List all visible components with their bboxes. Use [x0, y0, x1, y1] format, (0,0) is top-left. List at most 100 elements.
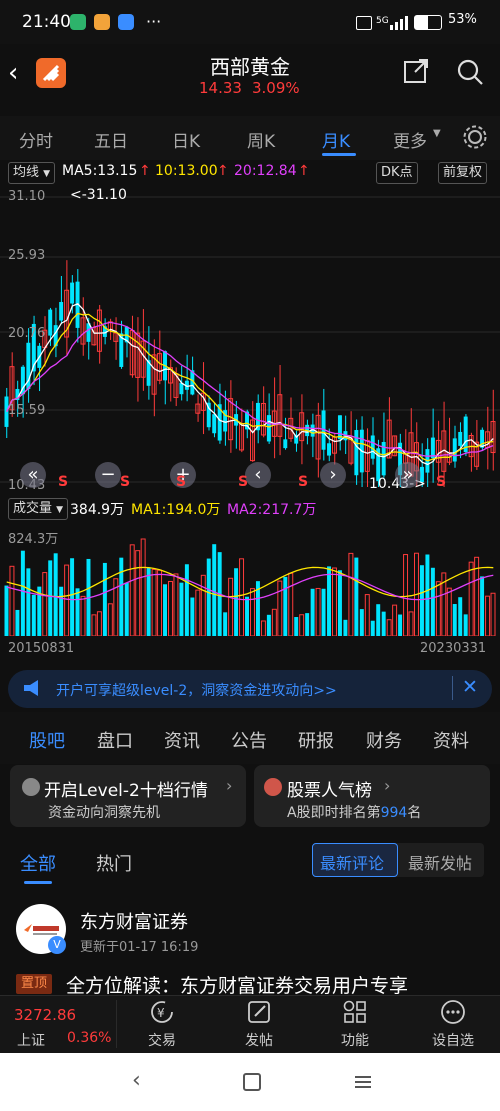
more-circle-icon [440, 999, 466, 1025]
volume-bar [70, 558, 75, 636]
scroll-left-fast-button[interactable]: « [20, 462, 46, 488]
volume-bar [271, 608, 277, 636]
filter-hot[interactable]: 热门 [96, 850, 132, 876]
tab-news[interactable]: 资讯 [164, 727, 200, 753]
ma5-value: MA5:13.15 [62, 163, 138, 179]
ranking-icon [264, 778, 282, 796]
volume-bar [480, 576, 485, 636]
nav-trade[interactable]: 交易 [132, 1030, 192, 1050]
candle [70, 282, 75, 304]
scroll-right-fast-button[interactable]: » [395, 462, 421, 488]
volume-bar [425, 554, 430, 636]
volume-bar [173, 573, 179, 636]
tab-pankou[interactable]: 盘口 [97, 727, 133, 753]
nav-watchlist[interactable]: 设自选 [423, 1030, 483, 1050]
post-title[interactable]: 全方位解读：东方财富证券交易用户专享 [66, 971, 486, 998]
volume-bar [163, 584, 167, 636]
candle [337, 415, 342, 440]
index-name: 上证 [17, 1033, 45, 1049]
tab-finance[interactable]: 财务 [366, 727, 402, 753]
price-axis-label-4: 15.59 [8, 403, 46, 418]
caret-down-icon: ▼ [433, 128, 441, 139]
candle [212, 414, 217, 434]
scroll-left-button[interactable]: ‹ [245, 462, 271, 488]
volume-mode-label: 成交量 [13, 501, 53, 516]
volume-bar [419, 565, 424, 636]
volume-bar [146, 567, 151, 636]
volume-bar [80, 595, 86, 636]
volume-bar [195, 589, 201, 636]
dk-point-button[interactable]: DK点 [376, 162, 418, 184]
stock-change: 3.09% [252, 79, 300, 97]
kline-chart[interactable] [0, 182, 500, 495]
adjust-mode-button[interactable]: 前复权 [438, 162, 488, 184]
volume-bar [337, 570, 342, 636]
system-menu-icon[interactable] [355, 1074, 371, 1088]
level2-card-sub: 资金动向洞察先机 [48, 805, 160, 821]
volume-bar [408, 611, 414, 636]
volume-bar [157, 569, 163, 636]
tab-announcements[interactable]: 公告 [231, 727, 267, 753]
sort-latest-post[interactable]: 最新发帖 [408, 850, 472, 874]
tab-guba[interactable]: 股吧 [29, 727, 65, 753]
battery-level: 53% [448, 12, 477, 27]
scroll-right-button[interactable]: › [320, 462, 346, 488]
volume-bar [463, 614, 468, 636]
candle [48, 309, 53, 336]
volume-bar [53, 553, 58, 636]
megaphone-icon [22, 678, 44, 698]
volume-bar [234, 568, 239, 636]
grid-icon [342, 999, 368, 1025]
volume-bar [288, 572, 294, 636]
signal-marker: S [176, 474, 187, 490]
volume-bar [354, 557, 359, 636]
tab-intraday[interactable]: 分时 [19, 127, 53, 152]
volume-bar [75, 588, 80, 636]
nav-post[interactable]: 发帖 [229, 1030, 289, 1050]
gear-icon[interactable] [462, 124, 488, 150]
volume-bar [4, 585, 9, 636]
tab-five-day[interactable]: 五日 [94, 127, 128, 152]
tab-more[interactable]: 更多 [393, 127, 427, 152]
post-author[interactable]: 东方财富证券 [80, 908, 188, 934]
volume-bar [239, 558, 245, 636]
volume-bar [359, 609, 364, 636]
edit-icon [246, 999, 272, 1025]
volume-bar [343, 619, 348, 636]
price-axis-label-3: 20.76 [8, 326, 46, 341]
verified-icon: V [48, 936, 66, 954]
volume-bar [245, 596, 249, 636]
index-value: 3272.86 [14, 1006, 77, 1024]
volume-bar [386, 619, 392, 636]
search-icon[interactable] [456, 58, 484, 86]
tab-profile[interactable]: 资料 [433, 727, 469, 753]
zoom-out-button[interactable]: − [95, 462, 121, 488]
tab-daily-k[interactable]: 日K [172, 127, 200, 152]
tab-weekly-k[interactable]: 周K [247, 127, 275, 152]
system-back-icon[interactable]: ‹ [132, 1068, 141, 1093]
price-axis-label-2: 25.93 [8, 248, 46, 263]
filter-all[interactable]: 全部 [20, 850, 56, 876]
volume-mode-select[interactable]: 成交量 ▼ [8, 498, 69, 520]
ma-mode-select[interactable]: 均线 ▼ [8, 162, 56, 184]
tab-monthly-k[interactable]: 月K [322, 127, 350, 152]
ma20-up-arrow: ↑ [298, 163, 310, 179]
tab-research[interactable]: 研报 [298, 727, 334, 753]
volume-bar [370, 620, 375, 636]
level2-card-title: 开启Level-2十档行情 [44, 781, 208, 801]
system-home-icon[interactable] [243, 1073, 261, 1091]
post-updated: 更新于01-17 16:19 [80, 940, 199, 955]
candle [59, 302, 64, 321]
trade-icon: ¥ [149, 999, 175, 1025]
nav-function[interactable]: 功能 [325, 1030, 385, 1050]
volume-bar [364, 594, 370, 636]
volume-bar [15, 609, 20, 636]
candle [266, 415, 271, 442]
volume-chart[interactable] [0, 522, 500, 636]
close-icon[interactable]: ✕ [462, 676, 478, 698]
volume-bar [430, 567, 435, 636]
ma10-value: 10:13.00 [155, 163, 218, 179]
battery-icon [414, 15, 442, 30]
ma-line [6, 321, 494, 457]
share-icon[interactable] [403, 58, 429, 84]
